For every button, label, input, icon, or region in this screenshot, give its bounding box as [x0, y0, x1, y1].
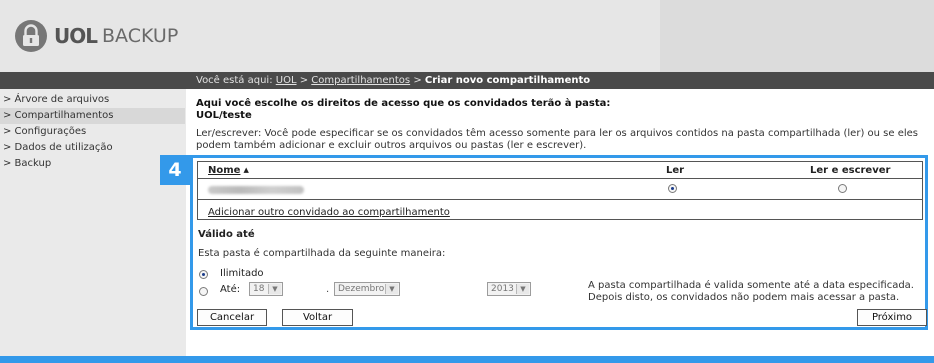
until-label: Até: [220, 284, 241, 295]
cancel-button[interactable]: Cancelar [197, 309, 267, 326]
sidebar-item-usage[interactable]: > Dados de utilização [3, 140, 113, 156]
share-mode-text: Esta pasta é compartilhada da seguinte m… [198, 248, 446, 259]
guests-table: Nome ▲ Ler Ler e escrever Adicionar outro… [197, 161, 923, 220]
breadcrumb-link-shares[interactable]: Compartilhamentos [311, 75, 410, 86]
year-value: 2013 [491, 284, 514, 294]
sidebar-item-file-tree[interactable]: > Árvore de arquivos [3, 92, 109, 108]
unlimited-label: Ilimitado [220, 268, 264, 279]
next-button[interactable]: Próximo [857, 309, 927, 326]
month-value: Dezembro [338, 284, 385, 294]
table-row-divider [198, 199, 922, 200]
breadcrumb-link-uol[interactable]: UOL [276, 75, 297, 86]
sidebar-item-backup[interactable]: > Backup [3, 156, 51, 172]
padlock-icon [15, 20, 47, 52]
intro-text: Aqui você escolhe os direitos de acesso … [196, 98, 610, 122]
breadcrumb-current: Criar novo compartilhamento [424, 75, 591, 86]
date-separator: . [326, 284, 330, 295]
breadcrumb-prefix: Você está aqui: [196, 75, 273, 86]
month-select[interactable]: Dezembro ▼ [334, 282, 400, 296]
year-select[interactable]: 2013 ▼ [487, 282, 531, 296]
back-button[interactable]: Voltar [282, 309, 353, 326]
day-value: 18 [253, 284, 265, 294]
table-header-divider [198, 178, 922, 179]
share-permissions-panel: Nome ▲ Ler Ler e escrever Adicionar outro… [190, 155, 928, 330]
guest-email-redacted [208, 186, 304, 194]
validity-note: A pasta compartilhada é valida somente a… [588, 280, 914, 303]
header-shade [660, 0, 934, 72]
unlimited-radio[interactable] [199, 270, 208, 279]
brand-name: UOL [54, 24, 98, 48]
day-select[interactable]: 18 ▼ [249, 282, 283, 296]
sidebar-item-shares[interactable]: > Compartilhamentos [0, 108, 185, 124]
chevron-down-icon: ▼ [268, 284, 281, 294]
chevron-down-icon: ▼ [516, 284, 529, 294]
validity-title: Válido até [198, 229, 255, 240]
brand-product: BACKUP [102, 25, 179, 47]
uol-backup-logo[interactable]: UOL BACKUP [14, 18, 178, 54]
sidebar: > Árvore de arquivos > Compartilhamentos… [0, 89, 186, 363]
chevron-down-icon: ▼ [385, 284, 398, 294]
sidebar-item-settings[interactable]: > Configurações [3, 124, 86, 140]
permissions-description: Ler/escrever: Você pode especificar se o… [196, 128, 918, 151]
breadcrumb-separator: > [413, 75, 422, 86]
guest-read-write-radio[interactable] [838, 184, 847, 193]
column-header-read: Ler [666, 165, 685, 176]
column-header-name-label: Nome [208, 165, 241, 176]
intro-line: Aqui você escolhe os direitos de acesso … [196, 98, 611, 109]
folder-path: UOL/teste [196, 110, 252, 121]
until-radio[interactable] [199, 287, 208, 296]
bottom-highlight-bar [0, 356, 934, 363]
column-header-name[interactable]: Nome ▲ [208, 165, 249, 176]
app-header: UOL BACKUP [0, 0, 934, 72]
sort-ascending-icon: ▲ [243, 166, 249, 174]
guest-read-radio[interactable] [668, 184, 677, 193]
step-badge: 4 [160, 155, 190, 185]
top-bar: Você está aqui: UOL > Compartilhamentos … [0, 72, 934, 89]
column-header-read-write: Ler e escrever [810, 165, 891, 176]
breadcrumb-separator: > [299, 75, 309, 86]
breadcrumb: Você está aqui: UOL > Compartilhamentos … [196, 73, 590, 88]
add-guest-link[interactable]: Adicionar outro convidado ao compartilha… [208, 207, 450, 218]
